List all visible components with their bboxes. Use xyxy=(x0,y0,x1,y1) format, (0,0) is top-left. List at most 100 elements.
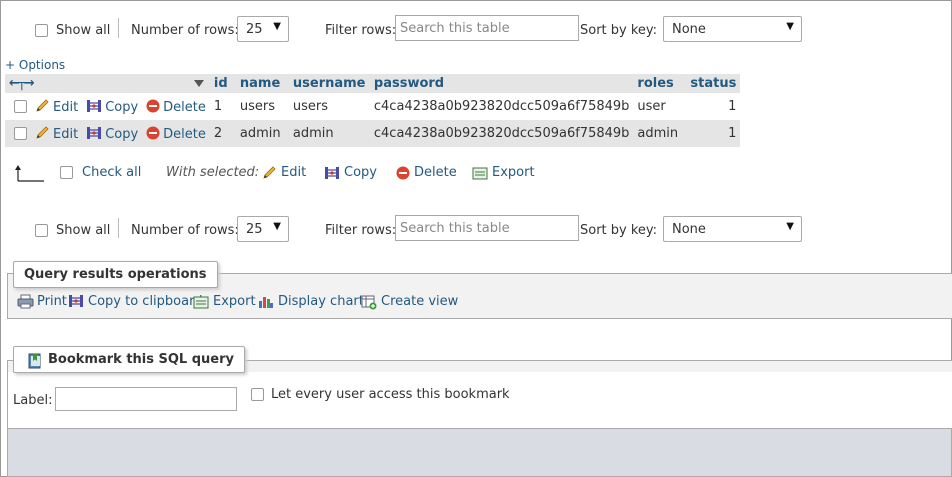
top-navigation-toolbar: Show all Number of rows: 25 ▼ Filter row… xyxy=(0,15,820,46)
sort-select-value: None xyxy=(672,22,706,37)
copy-link[interactable]: Copy xyxy=(105,100,138,115)
dropdown-arrow-icon: ▼ xyxy=(786,21,794,32)
cell-roles: user xyxy=(633,93,687,120)
print-link[interactable]: Print xyxy=(37,294,67,309)
sort-by-key-select[interactable]: None ▼ xyxy=(663,16,802,42)
edit-action[interactable]: Edit xyxy=(31,120,83,147)
export-icon xyxy=(472,167,488,180)
table-row: Edit Copy Delete 2 admin admin c4ca4238a… xyxy=(5,120,741,147)
bookmark-footer-bar xyxy=(7,428,952,477)
check-all-label[interactable]: Check all xyxy=(82,165,141,180)
column-arrows-icon[interactable]: ←┬→ xyxy=(9,76,35,91)
cell-status: 1 xyxy=(686,120,741,147)
table-header-row: ←┬→ id name username password roles stat… xyxy=(5,74,741,93)
column-header-password[interactable]: password xyxy=(369,74,634,93)
cell-name: admin xyxy=(235,120,289,147)
bulk-export-link[interactable]: Export xyxy=(492,165,535,180)
delete-link[interactable]: Delete xyxy=(163,100,206,115)
query-results-operations-title: Query results operations xyxy=(13,261,218,288)
show-all-label[interactable]: Show all xyxy=(56,223,110,238)
table-row: Edit Copy Delete 1 users users c4ca4238a… xyxy=(5,93,741,120)
pencil-icon xyxy=(263,166,276,179)
bar-chart-icon xyxy=(259,297,273,308)
cell-status: 1 xyxy=(686,93,741,120)
row-checkbox[interactable] xyxy=(14,100,27,113)
cell-username: admin xyxy=(288,120,370,147)
cell-name: users xyxy=(235,93,289,120)
rows-select-value: 25 xyxy=(246,222,263,237)
edit-link[interactable]: Edit xyxy=(53,100,78,115)
create-view-link[interactable]: Create view xyxy=(381,294,458,309)
column-header-name[interactable]: name xyxy=(235,74,289,93)
cell-id: 1 xyxy=(209,93,236,120)
bulk-delete-link[interactable]: Delete xyxy=(414,165,457,180)
sort-by-key-label: Sort by key: xyxy=(580,223,658,238)
pencil-icon xyxy=(36,125,49,139)
check-all-checkbox[interactable] xyxy=(60,166,73,179)
show-all-checkbox[interactable] xyxy=(35,24,48,37)
filter-rows-label: Filter rows: xyxy=(325,223,397,238)
sort-select-value: None xyxy=(672,222,706,237)
column-header-status[interactable]: status xyxy=(686,74,741,93)
copy-action[interactable]: Copy xyxy=(82,120,143,147)
filter-rows-label: Filter rows: xyxy=(325,23,397,38)
show-all-label[interactable]: Show all xyxy=(56,23,110,38)
cell-password: c4ca4238a0b923820dcc509a6f75849b xyxy=(369,120,634,147)
cell-password: c4ca4238a0b923820dcc509a6f75849b xyxy=(369,93,634,120)
sort-triangle-icon[interactable] xyxy=(193,80,204,87)
dropdown-arrow-icon: ▼ xyxy=(273,21,281,32)
bulk-edit-link[interactable]: Edit xyxy=(281,165,306,180)
print-icon xyxy=(17,294,34,309)
bulk-copy-link[interactable]: Copy xyxy=(344,165,377,180)
create-view-icon xyxy=(361,295,377,310)
filter-rows-input[interactable] xyxy=(395,15,579,41)
sort-by-key-label: Sort by key: xyxy=(580,23,658,38)
dropdown-arrow-icon: ▼ xyxy=(786,221,794,232)
export-icon xyxy=(193,296,209,309)
delete-icon xyxy=(146,99,160,112)
public-bookmark-label[interactable]: Let every user access this bookmark xyxy=(271,387,510,402)
copy-link[interactable]: Copy xyxy=(105,127,138,142)
row-select-cell xyxy=(5,93,31,120)
copy-icon xyxy=(325,167,339,179)
cell-id: 2 xyxy=(209,120,236,147)
bookmark-label-text: Label: xyxy=(13,393,53,408)
column-header-roles[interactable]: roles xyxy=(633,74,687,93)
rows-select-value: 25 xyxy=(246,22,263,37)
copy-action[interactable]: Copy xyxy=(82,93,143,120)
row-checkbox[interactable] xyxy=(14,127,27,140)
cell-username: users xyxy=(288,93,370,120)
edit-action[interactable]: Edit xyxy=(31,93,83,120)
delete-action[interactable]: Delete xyxy=(142,120,210,147)
bookmark-icon xyxy=(28,353,41,369)
column-header-id[interactable]: id xyxy=(209,74,236,93)
cell-roles: admin xyxy=(633,120,687,147)
edit-link[interactable]: Edit xyxy=(53,127,78,142)
delete-link[interactable]: Delete xyxy=(163,127,206,142)
delete-action[interactable]: Delete xyxy=(142,93,210,120)
column-header-username[interactable]: username xyxy=(288,74,370,93)
divider xyxy=(118,18,119,38)
results-table: ←┬→ id name username password roles stat… xyxy=(5,74,741,147)
rows-select[interactable]: 25 ▼ xyxy=(237,16,289,42)
show-all-checkbox[interactable] xyxy=(35,224,48,237)
display-chart-link[interactable]: Display chart xyxy=(278,294,364,309)
copy-to-clipboard-link[interactable]: Copy to clipboard xyxy=(88,294,202,309)
number-of-rows-label: Number of rows: xyxy=(131,23,239,38)
with-selected-label: With selected: xyxy=(166,165,260,180)
divider xyxy=(118,218,119,238)
options-link[interactable]: + Options xyxy=(5,58,65,72)
copy-icon xyxy=(69,295,83,307)
filter-rows-input[interactable] xyxy=(395,215,579,241)
delete-icon xyxy=(146,126,160,139)
copy-icon xyxy=(87,99,102,112)
row-select-cell xyxy=(5,120,31,147)
bookmark-label-input[interactable] xyxy=(55,387,237,411)
rows-select[interactable]: 25 ▼ xyxy=(237,216,289,242)
arrow-up-left-icon xyxy=(15,165,44,182)
delete-icon xyxy=(396,166,410,180)
bookmark-title-text: Bookmark this SQL query xyxy=(48,352,234,367)
sort-by-key-select[interactable]: None ▼ xyxy=(663,216,802,242)
public-bookmark-checkbox[interactable] xyxy=(251,388,264,401)
export-link[interactable]: Export xyxy=(213,294,256,309)
